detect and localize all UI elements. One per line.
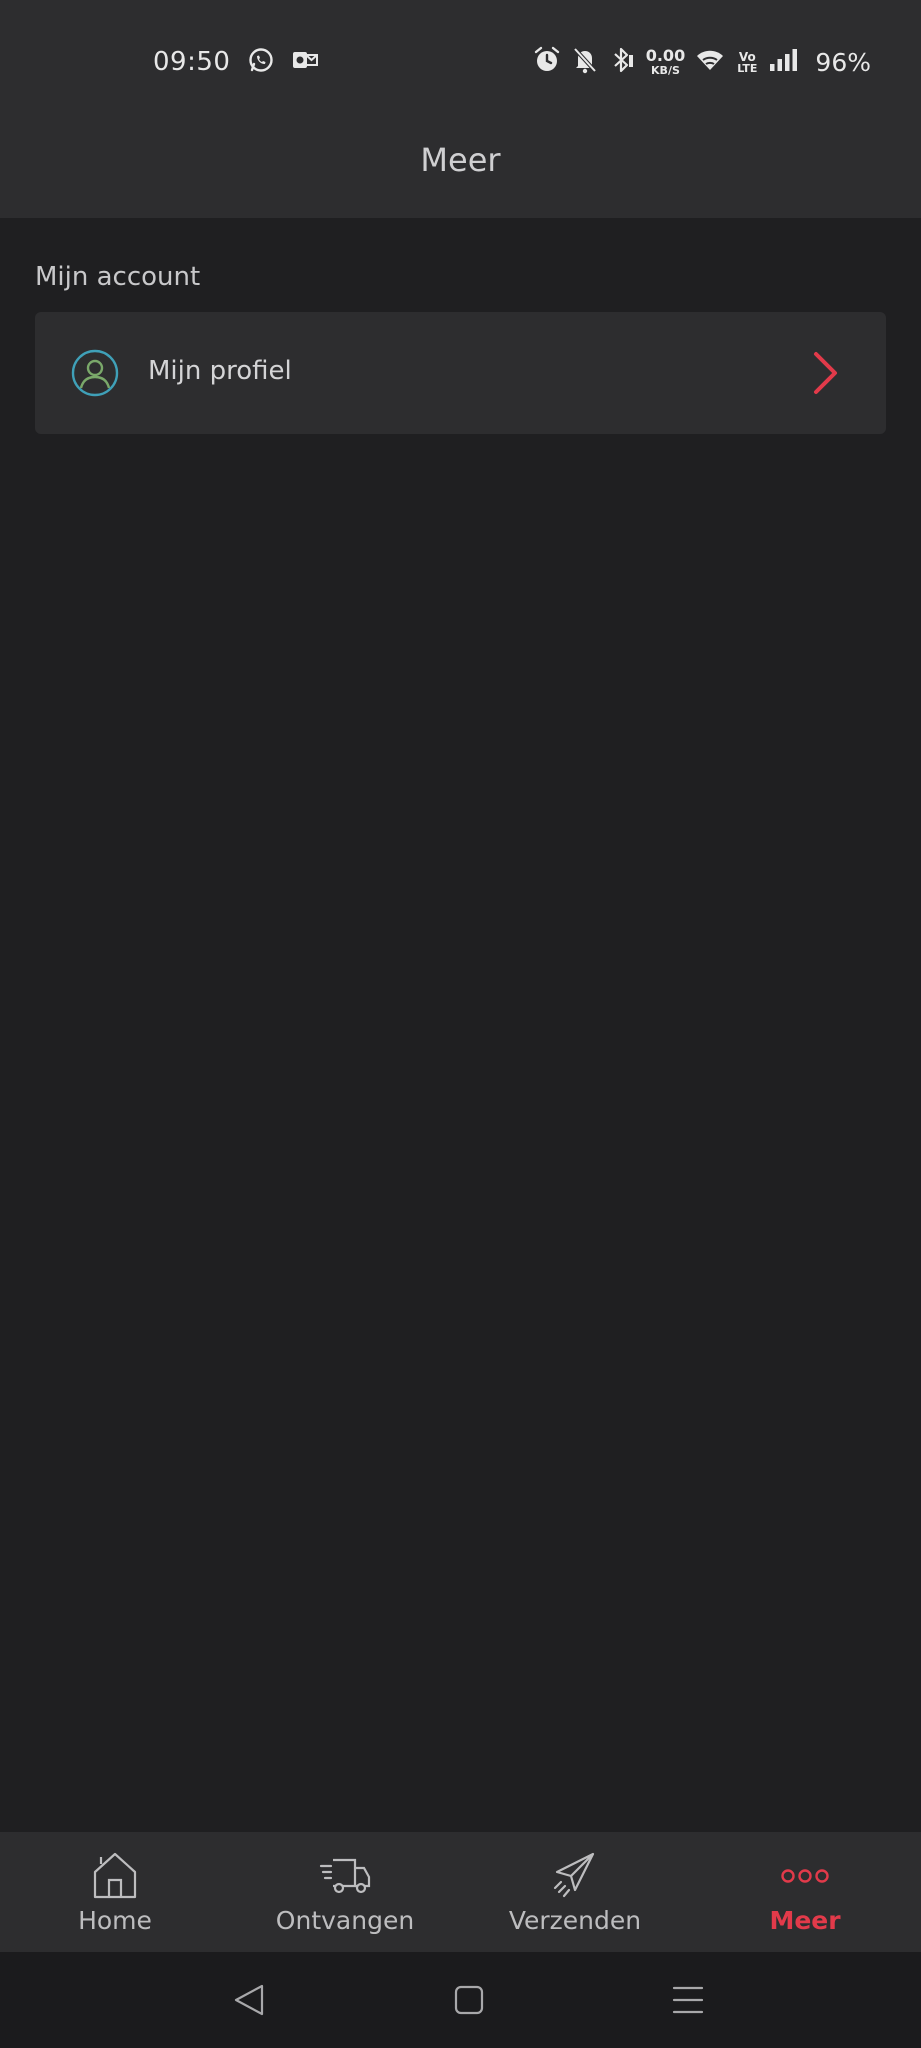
delivery-truck-icon: [319, 1850, 371, 1900]
outlook-icon: [292, 48, 319, 76]
nav-item-home[interactable]: Home: [0, 1832, 230, 1952]
chevron-right-icon: [812, 350, 840, 396]
paper-plane-icon: [549, 1850, 601, 1900]
net-speed: 0.00 KB/S: [645, 46, 686, 77]
screen: 09:50 0.00 KB/S Vo LTE 96% Meer Mijn acc…: [0, 0, 921, 2048]
recents-menu-icon[interactable]: [666, 1978, 710, 2022]
status-left: 09:50: [153, 44, 319, 80]
bluetooth-icon: [610, 46, 634, 78]
app-header: Meer: [0, 110, 921, 218]
page-title: Meer: [420, 141, 501, 179]
nav-label-verzenden: Verzenden: [508, 1906, 642, 1935]
nav-item-verzenden[interactable]: Verzenden: [460, 1832, 690, 1952]
more-dots-icon: [779, 1850, 831, 1900]
battery-percent: 96%: [815, 47, 871, 77]
net-speed-unit: KB/S: [651, 64, 680, 77]
alarm-icon: [534, 46, 560, 78]
status-right: 0.00 KB/S Vo LTE 96%: [534, 44, 871, 80]
back-icon[interactable]: [228, 1978, 272, 2022]
nav-item-meer[interactable]: Meer: [690, 1832, 920, 1952]
volte-indicator: Vo LTE: [737, 51, 757, 74]
bell-off-icon: [572, 46, 598, 78]
nav-label-ontvangen: Ontvangen: [275, 1906, 415, 1935]
status-bar: 09:50 0.00 KB/S Vo LTE 96%: [0, 0, 921, 110]
whatsapp-icon: [248, 47, 274, 77]
status-time: 09:50: [153, 47, 231, 77]
menu-item-label: Mijn profiel: [148, 356, 292, 386]
profile-icon: [71, 349, 119, 397]
volte-bottom: LTE: [737, 61, 758, 75]
nav-item-ontvangen[interactable]: Ontvangen: [230, 1832, 460, 1952]
system-nav-bar: [0, 1952, 921, 2048]
home-button-icon[interactable]: [447, 1978, 491, 2022]
nav-label-home: Home: [78, 1906, 152, 1935]
menu-item-my-profile[interactable]: Mijn profiel: [35, 312, 886, 434]
nav-label-meer: Meer: [769, 1906, 841, 1935]
net-speed-value: 0.00: [645, 46, 686, 65]
signal-icon: [769, 48, 799, 76]
bottom-nav: Home Ontvangen Verzenden Meer: [0, 1832, 921, 1952]
wifi-icon: [695, 48, 725, 76]
section-label-account: Mijn account: [35, 262, 201, 292]
volte-top: Vo: [738, 49, 756, 64]
home-icon: [89, 1850, 141, 1900]
